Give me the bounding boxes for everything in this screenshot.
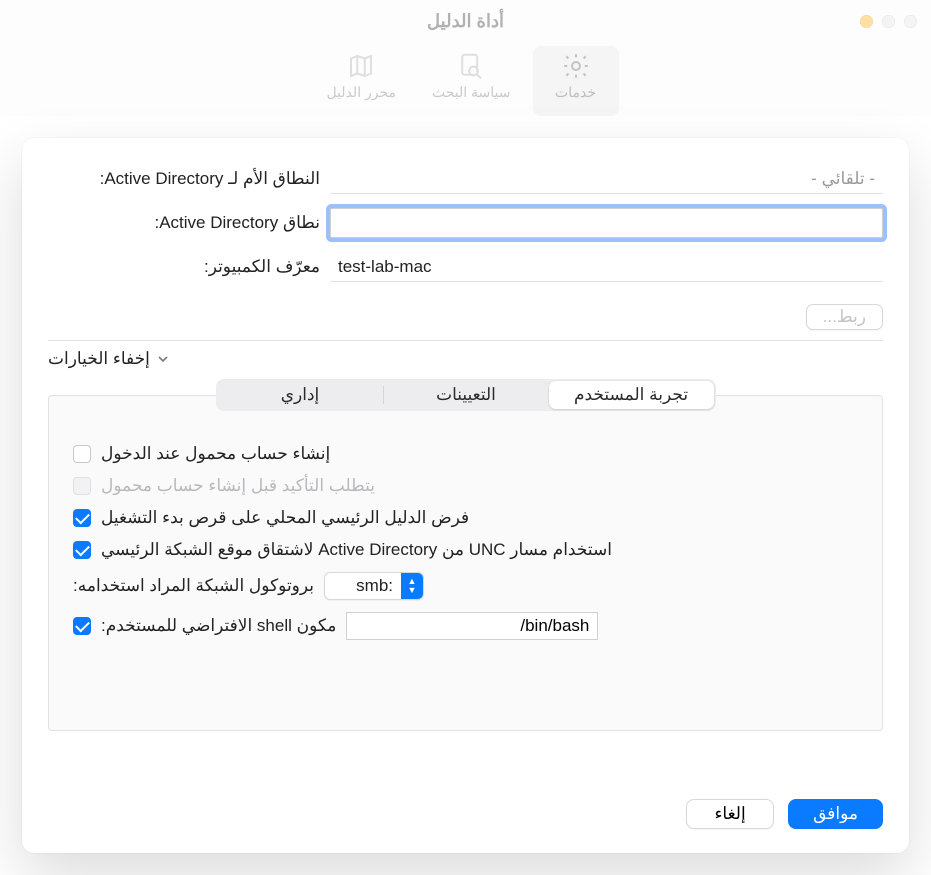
forest-label: النطاق الأم لـ Active Directory:: [48, 169, 320, 189]
toolbar-label: خدمات: [555, 84, 596, 101]
computer-id-label: معرّف الكمبيوتر:: [48, 257, 320, 277]
titlebar: أداة الدليل: [0, 0, 931, 44]
protocol-label: بروتوكول الشبكة المراد استخدامه:: [73, 576, 314, 596]
tab-mappings[interactable]: التعيينات: [384, 381, 549, 409]
divider: [48, 340, 883, 341]
tab-user-experience[interactable]: تجربة المستخدم: [549, 381, 714, 409]
document-search-icon: [455, 50, 487, 82]
cancel-button[interactable]: إلغاء: [686, 799, 774, 829]
create-mobile-account-checkbox[interactable]: [73, 445, 91, 463]
tab-administrative[interactable]: إداري: [218, 381, 383, 409]
use-unc-checkbox[interactable]: [73, 541, 91, 559]
zoom-window[interactable]: [860, 15, 873, 28]
map-icon: [345, 50, 377, 82]
window-title: أداة الدليل: [427, 11, 504, 32]
close-window[interactable]: [904, 15, 917, 28]
gear-icon: [560, 50, 592, 82]
default-shell-label: مكون shell الافتراضي للمستخدم:: [101, 616, 336, 636]
bind-button[interactable]: ربط...: [806, 304, 883, 330]
chevron-down-icon: [156, 352, 170, 366]
force-local-home-label: فرض الدليل الرئيسي المحلي على قرص بدء ال…: [101, 508, 469, 528]
user-experience-panel: إنشاء حساب محمول عند الدخول يتطلب التأكي…: [48, 395, 883, 731]
hide-options-toggle[interactable]: إخفاء الخيارات: [48, 349, 883, 369]
toolbar-item-directory-editor[interactable]: محرر الدليل: [312, 46, 410, 116]
protocol-select[interactable]: ▲▼ smb:: [324, 572, 424, 600]
window-controls: [860, 15, 917, 28]
force-local-home-checkbox[interactable]: [73, 509, 91, 527]
computer-id-input[interactable]: [330, 252, 883, 282]
minimize-window[interactable]: [882, 15, 895, 28]
default-shell-input[interactable]: [346, 612, 598, 640]
toolbar: خدمات سياسة البحث محرر الدليل: [0, 44, 931, 116]
options-tabs: تجربة المستخدم التعيينات إداري: [216, 379, 716, 411]
confirm-mobile-checkbox: [73, 477, 91, 495]
confirm-mobile-label: يتطلب التأكيد قبل إنشاء حساب محمول: [101, 476, 375, 496]
toolbar-item-search-policy[interactable]: سياسة البحث: [418, 46, 525, 116]
config-sheet: النطاق الأم لـ Active Directory: نطاق Ac…: [22, 138, 909, 853]
domain-input[interactable]: [330, 208, 883, 238]
hide-options-label: إخفاء الخيارات: [48, 349, 150, 369]
forest-input: [330, 164, 883, 194]
toolbar-item-services[interactable]: خدمات: [533, 46, 619, 116]
ok-button[interactable]: موافق: [788, 799, 883, 829]
toolbar-label: محرر الدليل: [326, 84, 396, 101]
domain-label: نطاق Active Directory:: [48, 213, 320, 233]
create-mobile-account-label: إنشاء حساب محمول عند الدخول: [101, 444, 330, 464]
use-unc-label: استخدام مسار UNC من Active Directory لاش…: [101, 540, 612, 560]
select-arrows-icon: ▲▼: [401, 573, 423, 599]
toolbar-label: سياسة البحث: [432, 84, 511, 101]
protocol-value: smb:: [348, 576, 401, 596]
default-shell-checkbox[interactable]: [73, 617, 91, 635]
